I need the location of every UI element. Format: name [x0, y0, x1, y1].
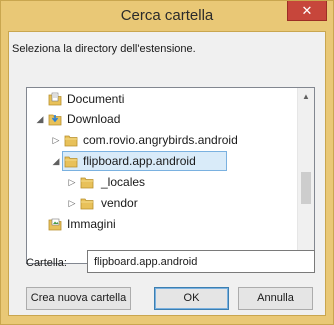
tree-item-flipboard-app-android[interactable]: ◢ flipboard.app.android	[27, 151, 299, 171]
scroll-up-arrow-icon[interactable]: ▲	[298, 88, 314, 105]
folder-icon	[80, 198, 94, 210]
close-icon: ✕	[301, 3, 313, 18]
pictures-folder-icon	[48, 218, 62, 231]
tree-item-label: Documenti	[67, 92, 125, 106]
scroll-thumb[interactable]	[301, 172, 311, 204]
downloads-folder-icon	[48, 114, 62, 126]
folder-icon	[80, 177, 94, 189]
collapsed-arrow-icon[interactable]: ▷	[67, 193, 77, 213]
tree-item-label: flipboard.app.android	[83, 154, 196, 168]
tree-item-label: _locales	[101, 175, 146, 189]
expanded-arrow-icon[interactable]: ◢	[51, 151, 61, 171]
tree-item-label: Download	[67, 112, 121, 126]
folder-field-label: Cartella:	[26, 257, 67, 269]
collapsed-arrow-icon[interactable]: ▷	[51, 130, 61, 150]
tree-item-label: vendor	[101, 196, 138, 210]
dialog-title: Cerca cartella	[120, 7, 214, 24]
tree-item-label: Immagini	[67, 217, 116, 231]
new-folder-button[interactable]: Crea nuova cartella	[26, 287, 131, 310]
close-button[interactable]: ✕	[287, 1, 327, 21]
documents-folder-icon	[48, 92, 62, 106]
expanded-arrow-icon[interactable]: ◢	[35, 109, 45, 129]
dialog-body: Seleziona la directory dell'estensione. …	[8, 31, 326, 316]
collapsed-arrow-icon[interactable]: ▷	[67, 172, 77, 192]
tree-item-label: com.rovio.angrybirds.android	[83, 133, 238, 147]
dialog-window: Cerca cartella ✕ Seleziona la directory …	[0, 0, 334, 325]
tree-item-download[interactable]: ◢ Download	[27, 109, 299, 129]
folder-icon	[64, 135, 78, 147]
tree-item-immagini[interactable]: Immagini	[27, 214, 299, 234]
tree-item-documenti[interactable]: Documenti	[27, 89, 299, 109]
instruction-text: Seleziona la directory dell'estensione.	[12, 43, 196, 55]
folder-icon	[64, 156, 78, 168]
tree-item-vendor[interactable]: ▷ vendor	[27, 193, 299, 213]
tree-item-com-rovio-angrybirds-android[interactable]: ▷ com.rovio.angrybirds.android	[27, 130, 299, 150]
title-bar[interactable]: Cerca cartella ✕	[1, 1, 333, 31]
folder-name-input[interactable]	[87, 250, 315, 273]
tree-item-locales[interactable]: ▷ _locales	[27, 172, 299, 192]
cancel-button[interactable]: Annulla	[238, 287, 313, 310]
folder-tree[interactable]: Documenti ◢ Download ▷ com.rovio.angrybi…	[26, 87, 315, 264]
tree-scrollbar[interactable]: ▲ ▼	[297, 88, 314, 263]
ok-button[interactable]: OK	[154, 287, 229, 310]
